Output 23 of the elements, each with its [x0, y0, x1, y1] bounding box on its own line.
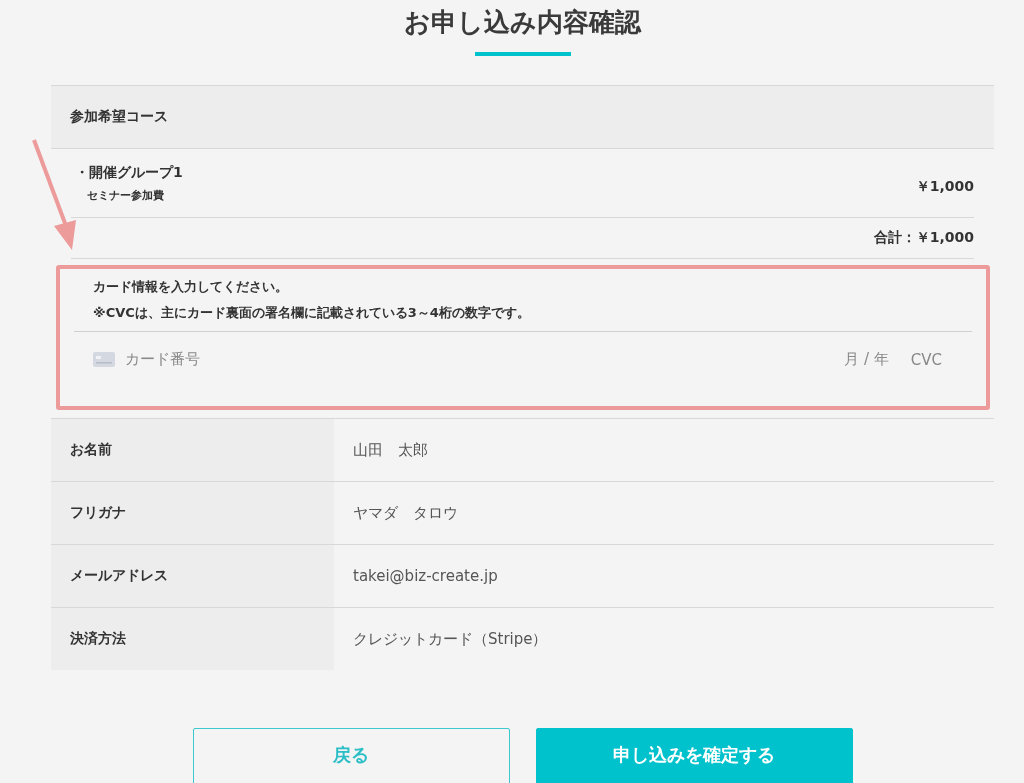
field-value: クレジットカード（Stripe） — [353, 629, 548, 649]
field-value: ヤマダ タロウ — [353, 503, 458, 523]
field-value: 山田 太郎 — [353, 440, 428, 460]
confirm-button[interactable]: 申し込みを確定する — [535, 728, 853, 783]
field-label: お名前 — [51, 419, 334, 481]
card-input-field[interactable]: カード番号 月 / 年 CVC — [74, 331, 972, 369]
field-label: 決済方法 — [51, 608, 334, 670]
card-note: カード情報を入力してください。 — [92, 279, 289, 295]
price: ￥1,000 — [915, 178, 974, 196]
credit-card-icon — [93, 352, 115, 367]
card-number-placeholder: カード番号 — [125, 350, 200, 369]
card-note: ※CVCは、主にカード裏面の署名欄に記載されている3～4桁の数字です。 — [92, 305, 531, 321]
section-heading: 参加希望コース — [70, 108, 168, 126]
course-name: ・開催グループ1 — [74, 163, 183, 182]
page-title: お申し込み内容確認 — [404, 6, 641, 39]
expiry-placeholder: 月 / 年 — [844, 350, 889, 369]
course-fee-label: セミナー参加費 — [86, 187, 165, 203]
cvc-placeholder: CVC — [910, 350, 942, 369]
field-value: takei@biz-create.jp — [353, 567, 498, 585]
back-button[interactable]: 戻る — [192, 728, 510, 783]
total-price: 合計：￥1,000 — [873, 229, 974, 247]
field-label: メールアドレス — [51, 545, 334, 607]
field-label: フリガナ — [51, 482, 334, 544]
